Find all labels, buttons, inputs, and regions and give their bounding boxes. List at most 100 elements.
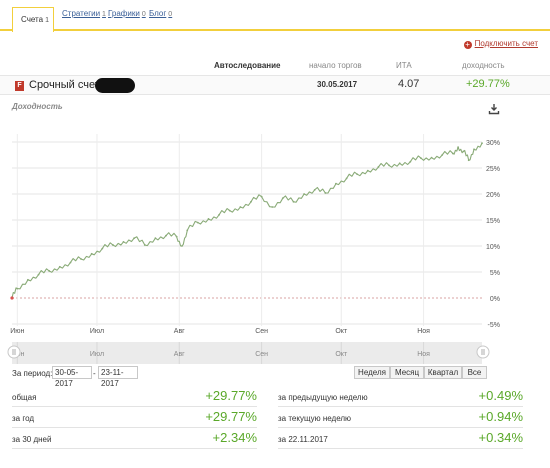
header-autofollow: Автоследование (214, 61, 281, 70)
navigator-label: Ноя (417, 351, 430, 358)
tab-accounts-label: Счета (21, 15, 44, 24)
data-point (133, 237, 136, 240)
data-point (388, 164, 390, 167)
data-point (451, 152, 454, 155)
y-tick-labels: 30% 25% 20% 15% 10% 5% 0% -5% (486, 140, 500, 329)
data-point (467, 159, 470, 162)
data-point (462, 150, 465, 153)
data-point (324, 192, 327, 194)
x-tick-label: Окт (335, 328, 348, 335)
data-point (457, 146, 460, 149)
x-tick-label: Ноя (417, 328, 430, 335)
stat-30-days: за 30 дней +2.34% (12, 429, 257, 449)
account-name[interactable]: Срочный счет (29, 79, 100, 91)
plus-circle-icon: + (463, 40, 472, 49)
x-tick-labels: Июн Июл Авг Сен Окт Ноя (10, 328, 430, 335)
period-quarter-button[interactable]: Квартал (424, 366, 462, 379)
data-point (48, 270, 51, 272)
tab-charts-count: 0 (141, 11, 146, 18)
data-point (165, 234, 167, 237)
download-icon[interactable] (488, 103, 500, 115)
x-tick-label: Июл (90, 328, 104, 335)
period-week-button[interactable]: Неделя (354, 366, 390, 379)
y-tick-label: 15% (486, 218, 500, 225)
navigator-label: Сен (255, 351, 268, 358)
account-yield: +29.77% (466, 78, 510, 90)
data-point (175, 235, 178, 238)
data-point (207, 218, 210, 220)
data-point (430, 156, 433, 159)
account-tabs: Счета 1 Стратегии 1 Графики 0 Блог 0 (0, 0, 550, 32)
stat-label: общая (12, 393, 37, 402)
data-point (481, 142, 483, 145)
tab-accounts-count: 1 (45, 17, 49, 24)
data-point (181, 245, 183, 247)
account-start-date: 30.05.2017 (317, 80, 358, 89)
data-point (27, 278, 29, 281)
account-ita: 4.07 (398, 78, 420, 90)
y-tick-label: 30% (486, 140, 500, 147)
period-month-button[interactable]: Месяц (390, 366, 424, 379)
connect-account-link[interactable]: + Подключить счет (463, 39, 538, 49)
data-point (303, 193, 305, 195)
tab-blog[interactable]: Блог 0 (149, 9, 172, 18)
data-point (377, 166, 380, 168)
range-navigator[interactable]: ИюнИюлАвгСенОктНоя (7, 342, 490, 364)
y-tick-label: 25% (486, 166, 500, 173)
data-point (335, 182, 337, 185)
data-point (250, 200, 252, 203)
y-tick-label: 0% (490, 296, 500, 303)
stat-year: за год +29.77% (12, 408, 257, 428)
stat-total: общая +29.77% (12, 387, 257, 407)
x-tick-label: Авг (174, 328, 185, 335)
stat-label: за текущую неделю (278, 414, 352, 423)
data-point (366, 169, 369, 172)
tab-strategies-label: Стратегии (62, 9, 101, 18)
data-point (398, 162, 401, 165)
date-to-input[interactable]: 23-11-2017 (98, 366, 138, 388)
stat-label: за предыдущую неделю (278, 393, 368, 402)
data-point (292, 200, 295, 203)
stat-value: +2.34% (212, 430, 257, 445)
data-point (260, 195, 263, 198)
data-point (90, 252, 93, 255)
navigator-label: Авг (174, 351, 185, 358)
period-all-button[interactable]: Все (462, 366, 487, 379)
data-point (122, 240, 125, 243)
navigator-label: Июл (90, 351, 104, 358)
data-point (58, 265, 61, 268)
stat-value: +0.34% (478, 430, 523, 445)
tab-charts-label: Графики (108, 9, 140, 18)
tab-charts[interactable]: Графики 0 (108, 9, 146, 18)
navigator-band (12, 342, 482, 364)
data-point (112, 244, 114, 246)
navigator-label: Окт (335, 351, 348, 358)
data-point (473, 148, 475, 151)
date-from-input[interactable]: 30-05-2017 (52, 366, 92, 388)
data-point (80, 258, 82, 260)
chart-title: Доходность (12, 102, 63, 111)
x-tick-label: Сен (255, 328, 268, 335)
data-point (271, 206, 274, 208)
tab-blog-label: Блог (149, 9, 167, 18)
yield-line (11, 142, 483, 299)
y-tick-label: 20% (486, 192, 500, 199)
data-point (196, 221, 199, 224)
data-point (101, 247, 104, 250)
tab-strategies[interactable]: Стратегии 1 (62, 9, 106, 18)
stat-label: за 22.11.2017 (278, 435, 328, 444)
data-point (69, 261, 72, 264)
stat-value: +29.77% (205, 388, 257, 403)
tab-accounts[interactable]: Счета 1 (12, 7, 54, 32)
data-point (37, 273, 40, 276)
data-point (313, 188, 316, 191)
data-point (16, 287, 19, 290)
stat-last-day: за 22.11.2017 +0.34% (278, 429, 523, 449)
scroll-handle-left-icon[interactable] (7, 345, 21, 359)
data-point (186, 229, 189, 232)
scroll-handle-right-icon[interactable] (476, 345, 490, 359)
stat-current-week: за текущую неделю +0.94% (278, 408, 523, 428)
period-label: За период: (12, 369, 53, 378)
yield-series (10, 142, 483, 300)
yield-chart[interactable]: 30% 25% 20% 15% 10% 5% 0% -5% Июн Июл Авг Сен Окт Но… (0, 120, 550, 370)
